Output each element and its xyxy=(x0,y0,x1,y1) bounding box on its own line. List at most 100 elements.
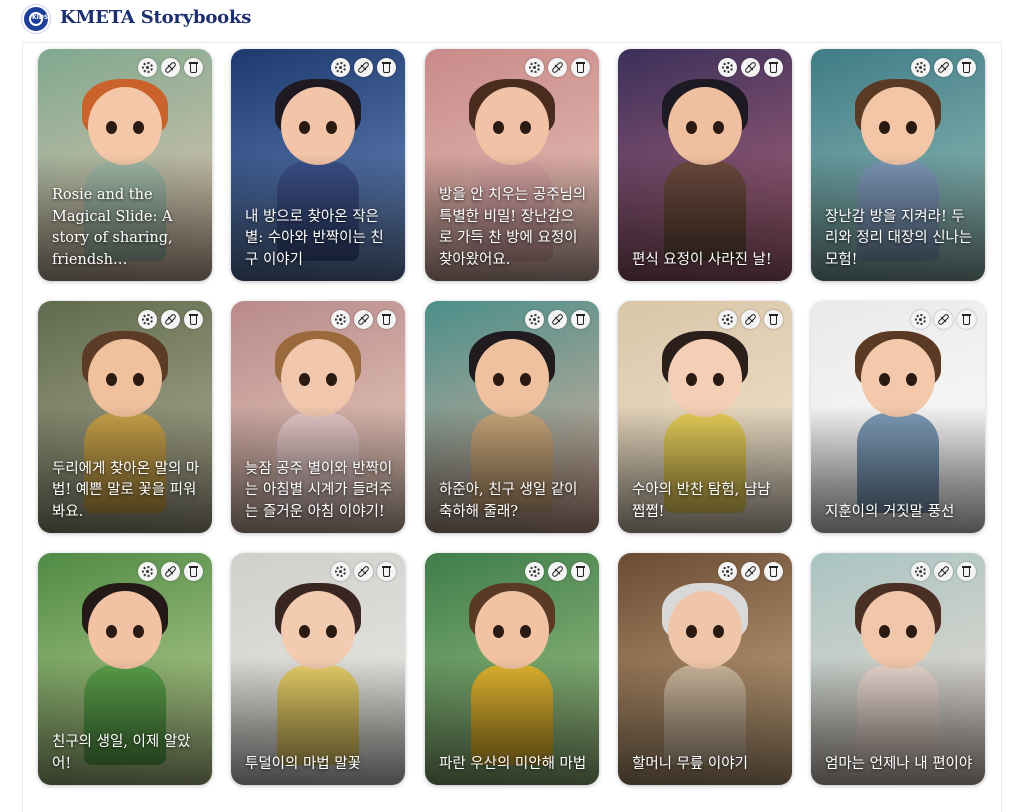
character-eye xyxy=(299,625,310,638)
gear-icon[interactable] xyxy=(331,58,350,77)
storybook-card[interactable]: 파란 우산의 미안해 마법 xyxy=(425,553,599,785)
character-eye xyxy=(133,121,144,134)
card-actions xyxy=(911,562,976,581)
storybook-title: 장난감 방을 지켜라! 두리와 정리 대장의 신나는 모험! xyxy=(825,208,973,268)
trash-icon[interactable] xyxy=(184,310,203,329)
gear-icon[interactable] xyxy=(525,58,544,77)
storybook-title: 투덜이의 마법 말꽃 xyxy=(245,755,361,772)
gear-icon[interactable] xyxy=(911,310,930,329)
character-eye xyxy=(879,373,890,386)
gear-icon[interactable] xyxy=(718,562,737,581)
pill-icon[interactable] xyxy=(354,310,373,329)
storybook-title: 할머니 무릎 이야기 xyxy=(632,755,748,772)
gear-icon[interactable] xyxy=(718,58,737,77)
character-eye xyxy=(686,373,697,386)
pill-icon[interactable] xyxy=(934,58,953,77)
character-eye xyxy=(713,373,724,386)
trash-icon[interactable] xyxy=(377,562,396,581)
trash-icon[interactable] xyxy=(957,562,976,581)
storybook-card[interactable]: 친구의 생일, 이제 알았어! xyxy=(38,553,212,785)
card-actions xyxy=(138,310,203,329)
storybook-card[interactable]: 투덜이의 마법 말꽃 xyxy=(231,553,405,785)
storybook-card[interactable]: 방을 안 치우는 공주님의 특별한 비밀! 장난감으로 가득 찬 방에 요정이 … xyxy=(425,49,599,281)
storybook-card[interactable]: Rosie and the Magical Slide: A story of … xyxy=(38,49,212,281)
pill-icon[interactable] xyxy=(548,58,567,77)
storybook-title: 두리에게 찾아온 말의 마법! 예쁜 말로 꽃을 피워 봐요. xyxy=(52,460,200,520)
trash-icon[interactable] xyxy=(184,562,203,581)
character-eye xyxy=(493,373,504,386)
trash-icon[interactable] xyxy=(571,310,590,329)
character-eye xyxy=(299,373,310,386)
gear-icon[interactable] xyxy=(138,310,157,329)
character-eye xyxy=(879,121,890,134)
pill-icon[interactable] xyxy=(934,562,953,581)
trash-icon[interactable] xyxy=(764,58,783,77)
card-actions xyxy=(138,562,203,581)
trash-icon[interactable] xyxy=(957,310,976,329)
character-eye xyxy=(326,121,337,134)
gear-icon[interactable] xyxy=(718,310,737,329)
storybook-title: 파란 우산의 미안해 마법 xyxy=(439,755,587,772)
pill-icon[interactable] xyxy=(741,310,760,329)
storybook-card[interactable]: 지훈이의 거짓말 풍선 xyxy=(811,301,985,533)
card-actions xyxy=(718,310,783,329)
gear-icon[interactable] xyxy=(138,562,157,581)
card-actions xyxy=(911,58,976,77)
app-header: KIDS KMETA Storybooks xyxy=(0,0,1024,40)
trash-icon[interactable] xyxy=(571,58,590,77)
storybook-card[interactable]: 장난감 방을 지켜라! 두리와 정리 대장의 신나는 모험! xyxy=(811,49,985,281)
trash-icon[interactable] xyxy=(764,310,783,329)
storybook-card[interactable]: 할머니 무릎 이야기 xyxy=(618,553,792,785)
app-title[interactable]: KMETA Storybooks xyxy=(60,6,251,30)
character-eye xyxy=(106,373,117,386)
storybook-card[interactable]: 두리에게 찾아온 말의 마법! 예쁜 말로 꽃을 피워 봐요. xyxy=(38,301,212,533)
character-eye xyxy=(133,625,144,638)
storybook-card[interactable]: 하준아, 친구 생일 같이 축하해 줄래? xyxy=(425,301,599,533)
character-eye xyxy=(879,625,890,638)
character-eye xyxy=(520,625,531,638)
pill-icon[interactable] xyxy=(354,562,373,581)
gear-icon[interactable] xyxy=(138,58,157,77)
trash-icon[interactable] xyxy=(184,58,203,77)
storybook-card[interactable]: 내 방으로 찾아온 작은 별: 수아와 반짝이는 친구 이야기 xyxy=(231,49,405,281)
card-actions xyxy=(525,58,590,77)
pill-icon[interactable] xyxy=(548,562,567,581)
pill-icon[interactable] xyxy=(161,58,180,77)
storybook-title: 수아의 반찬 탐험, 냠냠 쩝쩝! xyxy=(632,482,771,520)
gear-icon[interactable] xyxy=(331,310,350,329)
storybook-card[interactable]: 편식 요정이 사라진 날! xyxy=(618,49,792,281)
pill-icon[interactable] xyxy=(161,310,180,329)
gear-icon[interactable] xyxy=(525,562,544,581)
storybook-card[interactable]: 수아의 반찬 탐험, 냠냠 쩝쩝! xyxy=(618,301,792,533)
character-eye xyxy=(133,373,144,386)
character-eye xyxy=(520,121,531,134)
gear-icon[interactable] xyxy=(525,310,544,329)
storybook-title: Rosie and the Magical Slide: A story of … xyxy=(52,187,173,268)
character-eye xyxy=(906,625,917,638)
pill-icon[interactable] xyxy=(741,562,760,581)
card-actions xyxy=(718,562,783,581)
storybook-title: 늦잠 공주 별이와 반짝이는 아침별 시계가 들려주는 즐거운 아침 이야기! xyxy=(245,460,393,520)
kids-logo[interactable]: KIDS xyxy=(22,5,50,33)
trash-icon[interactable] xyxy=(571,562,590,581)
storybook-title: 편식 요정이 사라진 날! xyxy=(632,251,772,268)
trash-icon[interactable] xyxy=(957,58,976,77)
storybook-card[interactable]: 늦잠 공주 별이와 반짝이는 아침별 시계가 들려주는 즐거운 아침 이야기! xyxy=(231,301,405,533)
pill-icon[interactable] xyxy=(161,562,180,581)
pill-icon[interactable] xyxy=(548,310,567,329)
storybook-card[interactable]: 엄마는 언제나 내 편이야 xyxy=(811,553,985,785)
character-eye xyxy=(713,625,724,638)
gear-icon[interactable] xyxy=(331,562,350,581)
gear-icon[interactable] xyxy=(911,562,930,581)
pill-icon[interactable] xyxy=(934,310,953,329)
trash-icon[interactable] xyxy=(764,562,783,581)
pill-icon[interactable] xyxy=(741,58,760,77)
gear-icon[interactable] xyxy=(911,58,930,77)
pill-icon[interactable] xyxy=(354,58,373,77)
character-eye xyxy=(106,625,117,638)
storybook-title: 엄마는 언제나 내 편이야 xyxy=(825,755,973,772)
trash-icon[interactable] xyxy=(377,58,396,77)
card-actions xyxy=(911,310,976,329)
trash-icon[interactable] xyxy=(377,310,396,329)
card-actions xyxy=(138,58,203,77)
